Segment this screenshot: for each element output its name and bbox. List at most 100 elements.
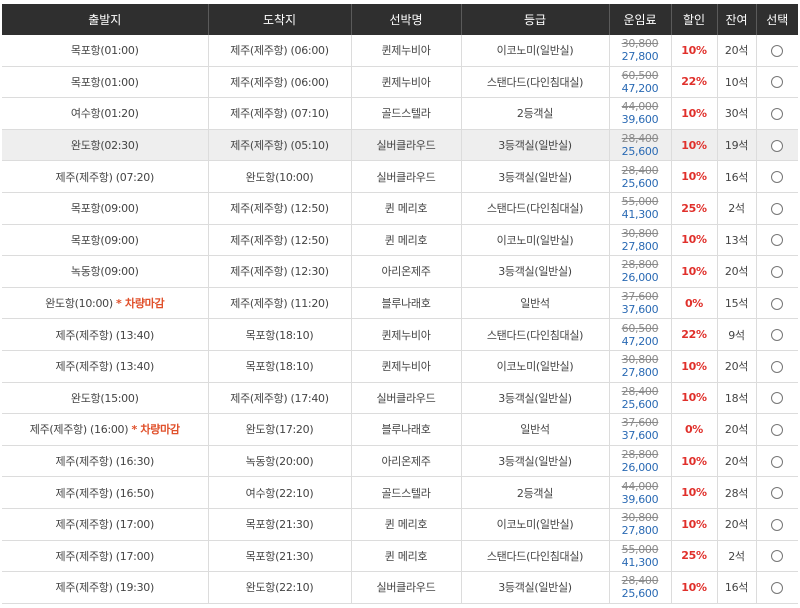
departure-text: 목포항(01:00) <box>70 44 139 58</box>
grade-cell: 일반석 <box>461 413 610 446</box>
table-row[interactable]: 제주(제주항) (07:20) 완도항(10:00) 실버클라우드 3등객실(일반실)… <box>2 160 798 193</box>
grade-cell: 이코노미(일반실) <box>461 35 610 67</box>
table-row[interactable]: 완도항(15:00) 제주(제주항) (17:40) 실버클라우드 3등객실(일반실)… <box>2 382 798 415</box>
select-radio[interactable] <box>771 171 784 184</box>
select-cell[interactable] <box>756 413 798 446</box>
table-row[interactable]: 제주(제주항) (16:30) 녹동항(20:00) 아리온제주 3등객실(일반실) 2… <box>2 445 798 478</box>
select-radio[interactable] <box>771 329 784 342</box>
select-radio[interactable] <box>771 423 784 436</box>
select-radio[interactable] <box>771 76 784 89</box>
ferry-schedule: 출발지 도착지 선박명 등급 운임료 할인 잔여 선택 목포항(01:00) 제주… <box>0 0 800 608</box>
grade-cell: 일반석 <box>461 287 610 320</box>
ship-cell: 블루나래호 <box>351 287 462 320</box>
select-radio[interactable] <box>771 487 784 500</box>
grade-cell: 스탠다드(다인침대실) <box>461 66 610 99</box>
select-cell[interactable] <box>756 129 798 162</box>
select-radio[interactable] <box>771 297 784 310</box>
table-row[interactable]: 제주(제주항) (17:00) 목포항(21:30) 퀸 메리호 이코노미(일반실) 3… <box>2 508 798 541</box>
original-fare: 44,000 <box>621 100 659 114</box>
departure-cell: 완도항(10:00) * 차량마감 <box>2 287 209 320</box>
select-radio[interactable] <box>771 550 784 563</box>
table-row[interactable]: 제주(제주항) (16:50) 여수항(22:10) 골드스텔라 2등객실 44,000… <box>2 476 798 509</box>
original-fare: 30,800 <box>621 226 659 240</box>
table-row[interactable]: 완도항(10:00) * 차량마감 제주(제주항) (11:20) 블루나래호 일반석… <box>2 287 798 320</box>
arrival-cell: 목포항(18:10) <box>208 350 352 383</box>
select-cell[interactable] <box>756 445 798 478</box>
arrival-cell: 제주(제주항) (12:50) <box>208 224 352 257</box>
table-row[interactable]: 제주(제주항) (13:40) 목포항(18:10) 퀸제누비아 이코노미(일반실) 3… <box>2 350 798 383</box>
table-row[interactable]: 목포항(09:00) 제주(제주항) (12:50) 퀸 메리호 스탠다드(다인침대실… <box>2 192 798 225</box>
seats-cell: 2석 <box>717 192 757 225</box>
table-row[interactable]: 제주(제주항) (17:00) 목포항(21:30) 퀸 메리호 스탠다드(다인침대실… <box>2 540 798 573</box>
select-cell[interactable] <box>756 160 798 193</box>
arrival-cell: 제주(제주항) (05:10) <box>208 129 352 162</box>
arrival-cell: 목포항(21:30) <box>208 540 352 573</box>
grade-cell: 3등객실(일반실) <box>461 129 610 162</box>
table-row[interactable]: 제주(제주항) (19:30) 완도항(22:10) 실버클라우드 3등객실(일반실)… <box>2 571 798 604</box>
table-row[interactable]: 완도항(02:30) 제주(제주항) (05:10) 실버클라우드 3등객실(일반실)… <box>2 129 798 162</box>
departure-text: 녹동항(09:00) <box>70 265 139 279</box>
ship-cell: 실버클라우드 <box>351 382 462 415</box>
departure-text: 제주(제주항) (17:00) <box>55 518 155 532</box>
select-radio[interactable] <box>771 455 784 468</box>
table-row[interactable]: 녹동항(09:00) 제주(제주항) (12:30) 아리온제주 3등객실(일반실) 2… <box>2 255 798 288</box>
departure-text: 제주(제주항) (16:50) <box>55 486 155 500</box>
select-cell[interactable] <box>756 224 798 257</box>
grade-cell: 이코노미(일반실) <box>461 224 610 257</box>
select-radio[interactable] <box>771 360 784 373</box>
table-row[interactable]: 여수항(01:20) 제주(제주항) (07:10) 골드스텔라 2등객실 44,000… <box>2 97 798 130</box>
select-radio[interactable] <box>771 44 784 57</box>
seats-cell: 28석 <box>717 476 757 509</box>
select-cell[interactable] <box>756 318 798 351</box>
departure-cell: 완도항(15:00) <box>2 382 209 415</box>
select-radio[interactable] <box>771 518 784 531</box>
vehicle-closed-note: * 차량마감 <box>131 423 180 437</box>
select-cell[interactable] <box>756 508 798 541</box>
header-fare: 운임료 <box>609 4 672 35</box>
select-cell[interactable] <box>756 540 798 573</box>
seats-cell: 13석 <box>717 224 757 257</box>
table-row[interactable]: 목포항(01:00) 제주(제주항) (06:00) 퀸제누비아 스탠다드(다인침대실… <box>2 66 798 99</box>
grade-cell: 스탠다드(다인침대실) <box>461 192 610 225</box>
table-row[interactable]: 목포항(09:00) 제주(제주항) (12:50) 퀸 메리호 이코노미(일반실) 3… <box>2 224 798 257</box>
select-cell[interactable] <box>756 287 798 320</box>
select-radio[interactable] <box>771 392 784 405</box>
departure-text: 제주(제주항) (13:40) <box>55 328 155 342</box>
grade-cell: 3등객실(일반실) <box>461 382 610 415</box>
vehicle-closed-note: * 차량마감 <box>116 297 165 311</box>
discount-cell: 22% <box>671 318 718 351</box>
select-cell[interactable] <box>756 255 798 288</box>
select-radio[interactable] <box>771 202 784 215</box>
select-cell[interactable] <box>756 571 798 604</box>
fare-cell: 44,000 39,600 <box>609 476 672 509</box>
select-radio[interactable] <box>771 581 784 594</box>
select-radio[interactable] <box>771 234 784 247</box>
select-radio[interactable] <box>771 265 784 278</box>
fare-cell: 44,000 39,600 <box>609 97 672 130</box>
table-row[interactable]: 제주(제주항) (16:00) * 차량마감 완도항(17:20) 블루나래호 일반석… <box>2 413 798 446</box>
original-fare: 30,800 <box>621 37 659 51</box>
discounted-fare: 41,300 <box>621 208 659 222</box>
discount-cell: 10% <box>671 97 718 130</box>
select-cell[interactable] <box>756 350 798 383</box>
departure-cell: 제주(제주항) (16:50) <box>2 476 209 509</box>
arrival-cell: 완도항(10:00) <box>208 160 352 193</box>
fare-cell: 37,600 37,600 <box>609 287 672 320</box>
ship-cell: 골드스텔라 <box>351 476 462 509</box>
table-row[interactable]: 제주(제주항) (13:40) 목포항(18:10) 퀸제누비아 스탠다드(다인침대실… <box>2 318 798 351</box>
seats-cell: 18석 <box>717 382 757 415</box>
select-radio[interactable] <box>771 139 784 152</box>
select-cell[interactable] <box>756 382 798 415</box>
select-cell[interactable] <box>756 66 798 99</box>
select-cell[interactable] <box>756 35 798 67</box>
grade-cell: 3등객실(일반실) <box>461 571 610 604</box>
select-cell[interactable] <box>756 192 798 225</box>
fare-cell: 28,400 25,600 <box>609 571 672 604</box>
select-cell[interactable] <box>756 476 798 509</box>
select-cell[interactable] <box>756 97 798 130</box>
discount-cell: 10% <box>671 255 718 288</box>
table-row[interactable]: 목포항(01:00) 제주(제주항) (06:00) 퀸제누비아 이코노미(일반실) 3… <box>2 35 798 67</box>
fare-cell: 60,500 47,200 <box>609 66 672 99</box>
departure-text: 목포항(09:00) <box>70 202 139 216</box>
select-radio[interactable] <box>771 107 784 120</box>
